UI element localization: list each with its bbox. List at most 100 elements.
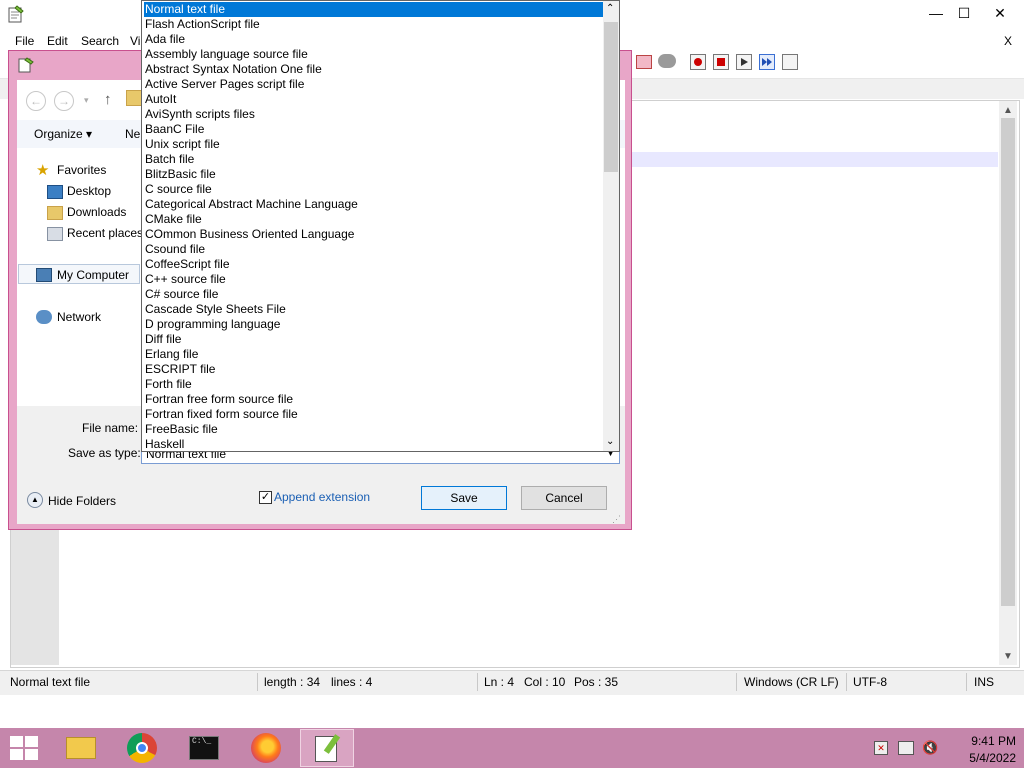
- file-type-option[interactable]: FreeBasic file: [144, 422, 605, 437]
- stop-macro-icon[interactable]: [713, 54, 729, 70]
- record-macro-icon[interactable]: [690, 54, 706, 70]
- file-type-option[interactable]: C# source file: [144, 287, 605, 302]
- minimize-button[interactable]: —: [921, 4, 951, 22]
- file-type-option[interactable]: Unix script file: [144, 137, 605, 152]
- cancel-button[interactable]: Cancel: [521, 486, 607, 510]
- folder-icon: [126, 90, 142, 106]
- file-type-option[interactable]: D programming language: [144, 317, 605, 332]
- network-icon: [36, 310, 52, 324]
- file-type-option[interactable]: Categorical Abstract Machine Language: [144, 197, 605, 212]
- file-type-option[interactable]: Batch file: [144, 152, 605, 167]
- up-arrow-icon[interactable]: ↑: [104, 91, 112, 108]
- recent-locations-chevron-icon[interactable]: ▾: [84, 95, 89, 106]
- clock-date[interactable]: 5/4/2022: [950, 751, 1016, 765]
- status-length: length : 34: [264, 675, 321, 689]
- status-language: Normal text file: [10, 675, 91, 689]
- toolbar-icon[interactable]: [636, 55, 652, 69]
- chrome-icon[interactable]: [116, 729, 170, 767]
- nav-network[interactable]: Network: [57, 310, 101, 324]
- file-type-option[interactable]: BaanC File: [144, 122, 605, 137]
- file-type-option[interactable]: Ada file: [144, 32, 605, 47]
- menu-search[interactable]: Search: [81, 34, 119, 48]
- status-divider: [477, 673, 478, 691]
- computer-icon: [36, 268, 52, 282]
- editor-scroll-thumb[interactable]: [1001, 118, 1015, 606]
- dropdown-scroll-thumb[interactable]: [604, 22, 618, 172]
- file-type-option[interactable]: ESCRIPT file: [144, 362, 605, 377]
- file-type-option[interactable]: COmmon Business Oriented Language: [144, 227, 605, 242]
- chevron-down-icon[interactable]: ⌄: [606, 436, 614, 447]
- save-macro-icon[interactable]: [782, 54, 798, 70]
- notepadpp-app-icon[interactable]: [8, 5, 24, 23]
- file-type-option[interactable]: Fortran fixed form source file: [144, 407, 605, 422]
- nav-desktop[interactable]: Desktop: [67, 184, 111, 198]
- file-type-option[interactable]: Diff file: [144, 332, 605, 347]
- notepadpp-icon[interactable]: [300, 729, 354, 767]
- save-button[interactable]: Save: [421, 486, 507, 510]
- new-folder-button[interactable]: Ne: [125, 127, 140, 141]
- status-divider: [257, 673, 258, 691]
- file-type-option[interactable]: CoffeeScript file: [144, 257, 605, 272]
- clock-time[interactable]: 9:41 PM: [950, 734, 1016, 748]
- file-type-option[interactable]: Active Server Pages script file: [144, 77, 605, 92]
- file-type-option[interactable]: Assembly language source file: [144, 47, 605, 62]
- save-as-type-label: Save as type:: [68, 446, 141, 460]
- hide-folders-button[interactable]: Hide Folders: [48, 494, 116, 508]
- file-type-option[interactable]: C source file: [144, 182, 605, 197]
- file-type-option[interactable]: Csound file: [144, 242, 605, 257]
- append-extension-checkbox[interactable]: ✓: [259, 491, 272, 504]
- file-type-option[interactable]: Fortran free form source file: [144, 392, 605, 407]
- organize-button[interactable]: Organize ▾: [34, 127, 92, 141]
- toolbar-icon[interactable]: [658, 54, 676, 68]
- file-type-option[interactable]: Normal text file: [144, 2, 605, 17]
- file-type-option[interactable]: C++ source file: [144, 272, 605, 287]
- action-center-flag-icon[interactable]: ✕: [874, 741, 888, 755]
- file-type-option[interactable]: CMake file: [144, 212, 605, 227]
- close-button[interactable]: ✕: [985, 4, 1015, 22]
- notepadpp-dialog-icon: [18, 57, 34, 73]
- star-icon: ★: [36, 162, 50, 179]
- play-macro-icon[interactable]: [736, 54, 752, 70]
- resize-grip-icon[interactable]: ⋰: [612, 514, 621, 525]
- menu-file[interactable]: File: [15, 34, 34, 48]
- file-type-option[interactable]: BlitzBasic file: [144, 167, 605, 182]
- chevron-up-icon[interactable]: ▲: [27, 492, 43, 508]
- file-type-option[interactable]: Erlang file: [144, 347, 605, 362]
- file-type-option[interactable]: Forth file: [144, 377, 605, 392]
- file-type-dropdown-list[interactable]: Normal text file Flash ActionScript file A…: [141, 0, 620, 452]
- status-divider: [966, 673, 967, 691]
- nav-favorites[interactable]: Favorites: [57, 163, 106, 177]
- menu-view[interactable]: Vi: [130, 34, 140, 48]
- scroll-down-icon[interactable]: ▼: [1003, 651, 1013, 662]
- volume-muted-icon[interactable]: 🔇: [922, 740, 938, 756]
- status-eol: Windows (CR LF): [744, 675, 839, 689]
- scroll-up-icon[interactable]: ▲: [1003, 105, 1013, 116]
- file-explorer-icon[interactable]: [54, 729, 108, 767]
- status-col: Col : 10: [524, 675, 566, 689]
- forward-arrow-icon[interactable]: →: [54, 91, 74, 111]
- file-type-option[interactable]: Cascade Style Sheets File: [144, 302, 605, 317]
- close-document-button[interactable]: X: [1004, 34, 1012, 48]
- menu-edit[interactable]: Edit: [47, 34, 68, 48]
- nav-downloads[interactable]: Downloads: [67, 205, 126, 219]
- nav-my-computer[interactable]: My Computer: [57, 268, 129, 282]
- windows-start-icon[interactable]: [10, 736, 38, 760]
- file-type-option[interactable]: Haskell: [144, 437, 605, 451]
- status-encoding: UTF-8: [853, 675, 887, 689]
- recent-places-icon: [47, 227, 63, 241]
- status-lines: lines : 4: [331, 675, 373, 689]
- nav-recent-places[interactable]: Recent places: [67, 226, 143, 240]
- file-type-option[interactable]: AviSynth scripts files: [144, 107, 605, 122]
- maximize-button[interactable]: ☐: [949, 4, 979, 22]
- file-type-option[interactable]: Abstract Syntax Notation One file: [144, 62, 605, 77]
- run-macro-multiple-icon[interactable]: [759, 54, 775, 70]
- file-type-option[interactable]: Flash ActionScript file: [144, 17, 605, 32]
- file-type-option[interactable]: AutoIt: [144, 92, 605, 107]
- command-prompt-icon[interactable]: C:\_: [178, 729, 232, 767]
- back-arrow-icon[interactable]: ←: [26, 91, 46, 111]
- firefox-icon[interactable]: [240, 729, 294, 767]
- status-divider: [736, 673, 737, 691]
- append-extension-label[interactable]: Append extension: [274, 490, 370, 504]
- chevron-up-icon[interactable]: ⌃: [606, 3, 614, 14]
- network-status-icon[interactable]: [898, 741, 914, 755]
